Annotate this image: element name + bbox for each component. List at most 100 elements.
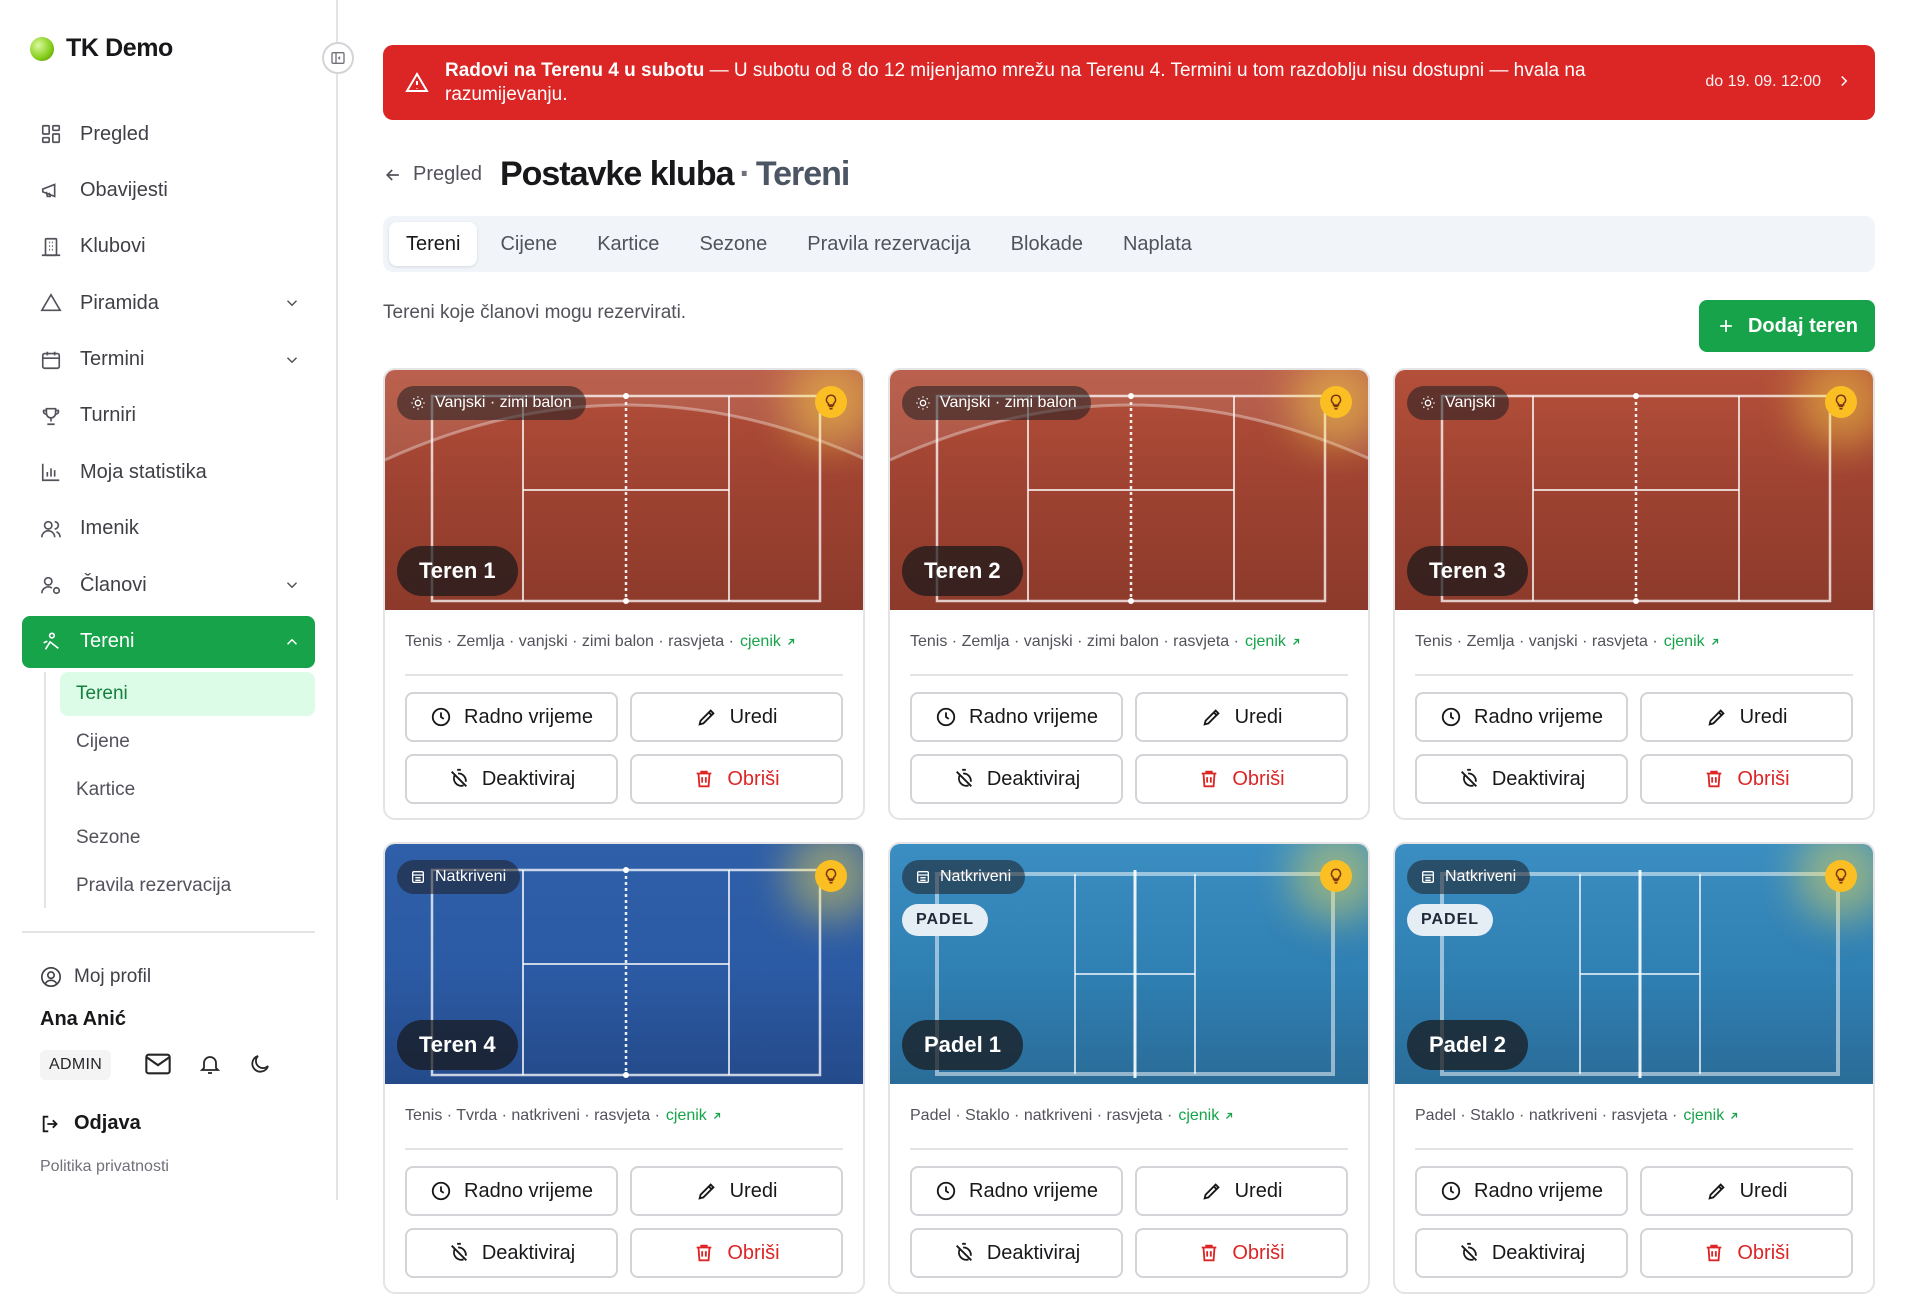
lightbulb-icon — [1320, 386, 1352, 418]
edit-button[interactable]: Uredi — [1135, 1166, 1348, 1216]
sun-icon — [1420, 395, 1436, 411]
delete-button[interactable]: Obriši — [630, 1228, 843, 1278]
sidebar-item-klubovi[interactable]: Klubovi — [22, 221, 315, 273]
sidebar-item-label: Pregled — [80, 122, 149, 145]
court-type-label: Vanjski — [1445, 394, 1496, 411]
mail-icon[interactable] — [144, 1050, 172, 1078]
working-hours-button[interactable]: Radno vrijeme — [910, 1166, 1123, 1216]
back-link[interactable]: Pregled — [383, 163, 482, 186]
edit-label: Uredi — [1234, 1179, 1283, 1202]
sidebar-item-imenik[interactable]: Imenik — [22, 503, 315, 555]
megaphone-icon — [41, 183, 56, 199]
price-list-label: cjenik — [665, 1107, 707, 1124]
working-hours-button[interactable]: Radno vrijeme — [910, 692, 1123, 742]
sidebar-subitem-kartice[interactable]: Kartice — [60, 768, 315, 812]
deactivate-button[interactable]: Deaktiviraj — [910, 1228, 1123, 1278]
deactivate-button[interactable]: Deaktiviraj — [910, 754, 1123, 804]
price-list-link[interactable]: cjenik — [740, 633, 797, 651]
court-info: Tenis · Zemlja · vanjski · zimi balon · … — [910, 610, 1348, 676]
sidebar-item-turniri[interactable]: Turniri — [22, 390, 315, 442]
deactivate-label: Deaktiviraj — [481, 767, 576, 790]
privacy-link[interactable]: Politika privatnosti — [40, 1158, 169, 1176]
sidebar-subitem-tereni[interactable]: Tereni — [60, 671, 315, 716]
working-hours-button[interactable]: Radno vrijeme — [1415, 1166, 1628, 1216]
sidebar-item-termini[interactable]: Termini — [22, 334, 315, 386]
sidebar-item-tereni[interactable]: Tereni — [22, 615, 315, 668]
roof-icon — [915, 869, 931, 885]
bell-icon[interactable] — [198, 1052, 222, 1076]
sidebar-item-pregled[interactable]: Pregled — [22, 108, 315, 160]
price-list-link[interactable]: cjenik — [666, 1107, 723, 1125]
court-name: Teren 4 — [397, 1020, 518, 1070]
edit-button[interactable]: Uredi — [1640, 1166, 1853, 1216]
sidebar-subitem-pravila[interactable]: Pravila rezervacija — [60, 864, 315, 908]
court-info-text: Tenis · Zemlja · vanjski · zimi balon · … — [405, 633, 734, 650]
working-hours-button[interactable]: Radno vrijeme — [405, 1166, 618, 1216]
deactivate-button[interactable]: Deaktiviraj — [1415, 754, 1628, 804]
logout-icon — [42, 1115, 58, 1132]
add-court-button[interactable]: Dodaj teren — [1698, 300, 1875, 352]
tab-tereni[interactable]: Tereni — [389, 222, 478, 266]
delete-button[interactable]: Obriši — [1640, 754, 1853, 804]
price-list-link[interactable]: cjenik — [1178, 1107, 1235, 1125]
working-hours-button[interactable]: Radno vrijeme — [405, 692, 618, 742]
edit-label: Uredi — [1739, 1179, 1788, 1202]
moon-icon[interactable] — [248, 1052, 272, 1076]
court-type-label: Vanjski · zimi balon — [435, 394, 572, 411]
timer-off-icon — [450, 768, 467, 787]
pencil-icon — [1708, 709, 1725, 726]
delete-label: Obriši — [1232, 1241, 1285, 1264]
sidebar-divider — [22, 931, 315, 933]
tab-pravila-rezervacija[interactable]: Pravila rezervacija — [790, 222, 987, 266]
clock-icon — [936, 707, 956, 727]
sidebar-item-piramida[interactable]: Piramida — [22, 277, 315, 329]
logout-button[interactable]: Odjava — [40, 1112, 141, 1135]
working-hours-button[interactable]: Radno vrijeme — [1415, 692, 1628, 742]
sidebar-item-statistika[interactable]: Moja statistika — [22, 446, 315, 498]
delete-button[interactable]: Obriši — [1135, 754, 1348, 804]
edit-button[interactable]: Uredi — [1135, 692, 1348, 742]
sidebar-item-clanovi[interactable]: Članovi — [22, 559, 315, 611]
court-actions: Radno vrijeme Uredi Deaktiviraj Obriši — [1395, 676, 1873, 804]
working-hours-label: Radno vrijeme — [969, 705, 1098, 728]
delete-label: Obriši — [727, 1241, 780, 1264]
deactivate-button[interactable]: Deaktiviraj — [1415, 1228, 1628, 1278]
sidebar-subitem-cijene[interactable]: Cijene — [60, 720, 315, 764]
sidebar-subitem-sezone[interactable]: Sezone — [60, 816, 315, 860]
alert-banner[interactable]: Radovi na Terenu 4 u subotu — U subotu o… — [383, 45, 1875, 120]
deactivate-button[interactable]: Deaktiviraj — [405, 754, 618, 804]
delete-button[interactable]: Obriši — [1135, 1228, 1348, 1278]
edit-label: Uredi — [729, 705, 778, 728]
external-link-icon — [1226, 1112, 1233, 1119]
tab-blokade[interactable]: Blokade — [994, 222, 1100, 266]
tab-sezone[interactable]: Sezone — [682, 222, 784, 266]
court-info-text: Tenis · Tvrda · natkriveni · rasvjeta · — [405, 1107, 660, 1124]
triangle-icon — [40, 293, 62, 312]
tab-kartice[interactable]: Kartice — [580, 222, 676, 266]
deactivate-button[interactable]: Deaktiviraj — [405, 1228, 618, 1278]
sidebar-item-label: Piramida — [80, 291, 159, 314]
external-link-icon — [1731, 1112, 1738, 1119]
edit-button[interactable]: Uredi — [630, 1166, 843, 1216]
delete-button[interactable]: Obriši — [630, 754, 843, 804]
tab-naplata[interactable]: Naplata — [1106, 222, 1209, 266]
court-type-label: Natkriveni — [435, 868, 507, 885]
app-logo[interactable]: TK Demo — [30, 34, 173, 63]
my-profile-link[interactable]: Moj profil — [40, 966, 151, 988]
delete-button[interactable]: Obriši — [1640, 1228, 1853, 1278]
deactivate-label: Deaktiviraj — [481, 1241, 576, 1264]
edit-button[interactable]: Uredi — [630, 692, 843, 742]
tab-cijene[interactable]: Cijene — [483, 222, 574, 266]
trash-icon — [1202, 1244, 1217, 1262]
price-list-link[interactable]: cjenik — [1245, 633, 1302, 651]
price-list-link[interactable]: cjenik — [1664, 633, 1721, 651]
sidebar-collapse-button[interactable] — [322, 42, 354, 74]
edit-button[interactable]: Uredi — [1640, 692, 1853, 742]
court-image: Vanjski Teren 3 — [1395, 370, 1873, 610]
alert-text: Radovi na Terenu 4 u subotu — U subotu o… — [445, 59, 1665, 107]
court-type-chip: Natkriveni — [397, 860, 521, 894]
court-image: Natkriveni Padel 1 PADEL — [890, 844, 1368, 1084]
price-list-link[interactable]: cjenik — [1683, 1107, 1740, 1125]
app-name: TK Demo — [66, 34, 173, 62]
sidebar-item-obavijesti[interactable]: Obavijesti — [22, 164, 315, 216]
